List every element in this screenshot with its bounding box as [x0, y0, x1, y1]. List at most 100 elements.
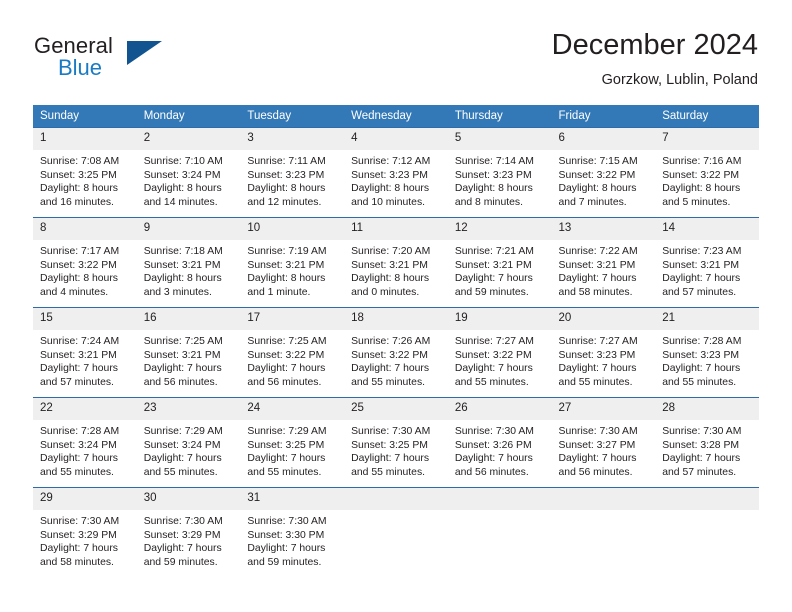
day-cell[interactable]: 4 Sunrise: 7:12 AM Sunset: 3:23 PM Dayli… [344, 127, 448, 218]
sunset-text: Sunset: 3:21 PM [40, 349, 117, 361]
day-cell[interactable]: 1 Sunrise: 7:08 AM Sunset: 3:25 PM Dayli… [33, 127, 137, 218]
sunrise-text: Sunrise: 7:23 AM [662, 246, 742, 257]
day-number: 7 [655, 128, 759, 150]
daylight-text-line2: and 57 minutes. [40, 376, 114, 388]
daylight-text-line1: Daylight: 7 hours [558, 453, 637, 465]
sunset-text: Sunset: 3:22 PM [40, 259, 117, 271]
sunrise-text: Sunrise: 7:27 AM [454, 336, 534, 347]
day-number: 4 [344, 128, 448, 150]
weekday-header-monday: Monday [136, 105, 241, 128]
daylight-text-line2: and 4 minutes. [40, 286, 109, 298]
day-cell[interactable]: 28 Sunrise: 7:30 AM Sunset: 3:28 PM Dayl… [655, 397, 759, 488]
daylight-text-line1: Daylight: 7 hours [247, 543, 326, 555]
day-cell[interactable]: 27 Sunrise: 7:30 AM Sunset: 3:27 PM Dayl… [551, 397, 656, 488]
sunrise-text: Sunrise: 7:22 AM [558, 246, 638, 257]
day-details: Sunrise: 7:27 AM Sunset: 3:23 PM Dayligh… [552, 330, 656, 389]
day-number: 30 [136, 488, 241, 510]
page-header: General Blue December 2024 Gorzkow, Lubl… [0, 0, 792, 100]
day-cell[interactable]: 12 Sunrise: 7:21 AM Sunset: 3:21 PM Dayl… [447, 217, 552, 308]
day-details: Sunrise: 7:25 AM Sunset: 3:21 PM Dayligh… [137, 330, 241, 389]
day-cell[interactable]: 21 Sunrise: 7:28 AM Sunset: 3:23 PM Dayl… [655, 307, 759, 398]
logo-text-blue: Blue [58, 55, 103, 80]
day-cell[interactable]: 15 Sunrise: 7:24 AM Sunset: 3:21 PM Dayl… [33, 307, 137, 398]
day-cell[interactable]: 23 Sunrise: 7:29 AM Sunset: 3:24 PM Dayl… [136, 397, 241, 488]
day-cell[interactable]: 3 Sunrise: 7:11 AM Sunset: 3:23 PM Dayli… [240, 127, 345, 218]
calendar-week-row: 8 Sunrise: 7:17 AM Sunset: 3:22 PM Dayli… [33, 217, 759, 308]
day-number: 5 [447, 128, 552, 150]
day-cell[interactable]: 13 Sunrise: 7:22 AM Sunset: 3:21 PM Dayl… [551, 217, 656, 308]
day-cell-empty [447, 487, 552, 577]
daylight-text-line2: and 8 minutes. [454, 196, 523, 208]
sunrise-text: Sunrise: 7:14 AM [454, 156, 534, 167]
sunrise-text: Sunrise: 7:30 AM [662, 426, 742, 437]
day-cell[interactable]: 19 Sunrise: 7:27 AM Sunset: 3:22 PM Dayl… [447, 307, 552, 398]
sunset-text: Sunset: 3:25 PM [351, 439, 428, 451]
calendar-week-row: 15 Sunrise: 7:24 AM Sunset: 3:21 PM Dayl… [33, 307, 759, 398]
sunrise-text: Sunrise: 7:19 AM [247, 246, 327, 257]
day-details: Sunrise: 7:30 AM Sunset: 3:30 PM Dayligh… [240, 510, 344, 569]
daylight-text-line1: Daylight: 8 hours [247, 183, 326, 195]
day-cell[interactable]: 9 Sunrise: 7:18 AM Sunset: 3:21 PM Dayli… [136, 217, 241, 308]
weekday-header-tuesday: Tuesday [240, 105, 345, 128]
day-cell[interactable]: 30 Sunrise: 7:30 AM Sunset: 3:29 PM Dayl… [136, 487, 241, 577]
daylight-text-line1: Daylight: 8 hours [558, 183, 637, 195]
day-number: 10 [240, 218, 345, 240]
daylight-text-line2: and 10 minutes. [351, 196, 426, 208]
sunrise-text: Sunrise: 7:30 AM [143, 516, 223, 527]
sunrise-text: Sunrise: 7:10 AM [143, 156, 223, 167]
daylight-text-line2: and 55 minutes. [351, 466, 426, 478]
sunset-text: Sunset: 3:21 PM [351, 259, 428, 271]
page-subtitle-location: Gorzkow, Lublin, Poland [601, 72, 758, 88]
day-cell[interactable]: 25 Sunrise: 7:30 AM Sunset: 3:25 PM Dayl… [344, 397, 448, 488]
daylight-text-line2: and 0 minutes. [351, 286, 420, 298]
day-cell[interactable]: 11 Sunrise: 7:20 AM Sunset: 3:21 PM Dayl… [344, 217, 448, 308]
day-number [655, 488, 759, 510]
daylight-text-line2: and 59 minutes. [143, 556, 218, 568]
day-details: Sunrise: 7:30 AM Sunset: 3:28 PM Dayligh… [655, 420, 759, 479]
day-cell[interactable]: 10 Sunrise: 7:19 AM Sunset: 3:21 PM Dayl… [240, 217, 345, 308]
day-cell[interactable]: 17 Sunrise: 7:25 AM Sunset: 3:22 PM Dayl… [240, 307, 345, 398]
daylight-text-line2: and 55 minutes. [247, 466, 322, 478]
day-cell[interactable]: 7 Sunrise: 7:16 AM Sunset: 3:22 PM Dayli… [655, 127, 759, 218]
day-details: Sunrise: 7:25 AM Sunset: 3:22 PM Dayligh… [240, 330, 344, 389]
sunrise-text: Sunrise: 7:26 AM [351, 336, 431, 347]
daylight-text-line1: Daylight: 7 hours [247, 453, 326, 465]
day-cell[interactable]: 5 Sunrise: 7:14 AM Sunset: 3:23 PM Dayli… [447, 127, 552, 218]
day-cell[interactable]: 24 Sunrise: 7:29 AM Sunset: 3:25 PM Dayl… [240, 397, 345, 488]
day-cell-empty [551, 487, 656, 577]
sunset-text: Sunset: 3:23 PM [247, 169, 325, 181]
sunset-text: Sunset: 3:29 PM [143, 529, 221, 541]
daylight-text-line1: Daylight: 7 hours [454, 453, 533, 465]
day-details: Sunrise: 7:30 AM Sunset: 3:25 PM Dayligh… [344, 420, 448, 479]
day-cell[interactable]: 31 Sunrise: 7:30 AM Sunset: 3:30 PM Dayl… [240, 487, 345, 577]
sunset-text: Sunset: 3:21 PM [143, 349, 221, 361]
day-cell[interactable]: 2 Sunrise: 7:10 AM Sunset: 3:24 PM Dayli… [136, 127, 241, 218]
weekday-header-friday: Friday [551, 105, 656, 128]
sunset-text: Sunset: 3:24 PM [143, 439, 221, 451]
day-cell[interactable]: 26 Sunrise: 7:30 AM Sunset: 3:26 PM Dayl… [447, 397, 552, 488]
sunrise-text: Sunrise: 7:28 AM [662, 336, 742, 347]
daylight-text-line2: and 5 minutes. [662, 196, 731, 208]
day-cell[interactable]: 29 Sunrise: 7:30 AM Sunset: 3:29 PM Dayl… [33, 487, 137, 577]
day-cell[interactable]: 22 Sunrise: 7:28 AM Sunset: 3:24 PM Dayl… [33, 397, 137, 488]
sunrise-text: Sunrise: 7:30 AM [558, 426, 638, 437]
day-details: Sunrise: 7:23 AM Sunset: 3:21 PM Dayligh… [655, 240, 759, 299]
day-cell[interactable]: 18 Sunrise: 7:26 AM Sunset: 3:22 PM Dayl… [344, 307, 448, 398]
day-cell[interactable]: 14 Sunrise: 7:23 AM Sunset: 3:21 PM Dayl… [655, 217, 759, 308]
day-details: Sunrise: 7:11 AM Sunset: 3:23 PM Dayligh… [240, 150, 344, 209]
day-number: 3 [240, 128, 345, 150]
day-number: 12 [447, 218, 552, 240]
generalblue-logo[interactable]: General Blue [34, 33, 234, 89]
daylight-text-line1: Daylight: 7 hours [662, 273, 741, 285]
day-cell[interactable]: 16 Sunrise: 7:25 AM Sunset: 3:21 PM Dayl… [136, 307, 241, 398]
sunset-text: Sunset: 3:23 PM [662, 349, 740, 361]
day-details: Sunrise: 7:30 AM Sunset: 3:29 PM Dayligh… [137, 510, 241, 569]
day-cell[interactable]: 6 Sunrise: 7:15 AM Sunset: 3:22 PM Dayli… [551, 127, 656, 218]
sunrise-text: Sunrise: 7:20 AM [351, 246, 431, 257]
daylight-text-line1: Daylight: 7 hours [143, 453, 222, 465]
sunset-text: Sunset: 3:22 PM [351, 349, 428, 361]
sunrise-text: Sunrise: 7:21 AM [454, 246, 534, 257]
day-cell[interactable]: 8 Sunrise: 7:17 AM Sunset: 3:22 PM Dayli… [33, 217, 137, 308]
day-cell[interactable]: 20 Sunrise: 7:27 AM Sunset: 3:23 PM Dayl… [551, 307, 656, 398]
daylight-text-line2: and 56 minutes. [143, 376, 218, 388]
